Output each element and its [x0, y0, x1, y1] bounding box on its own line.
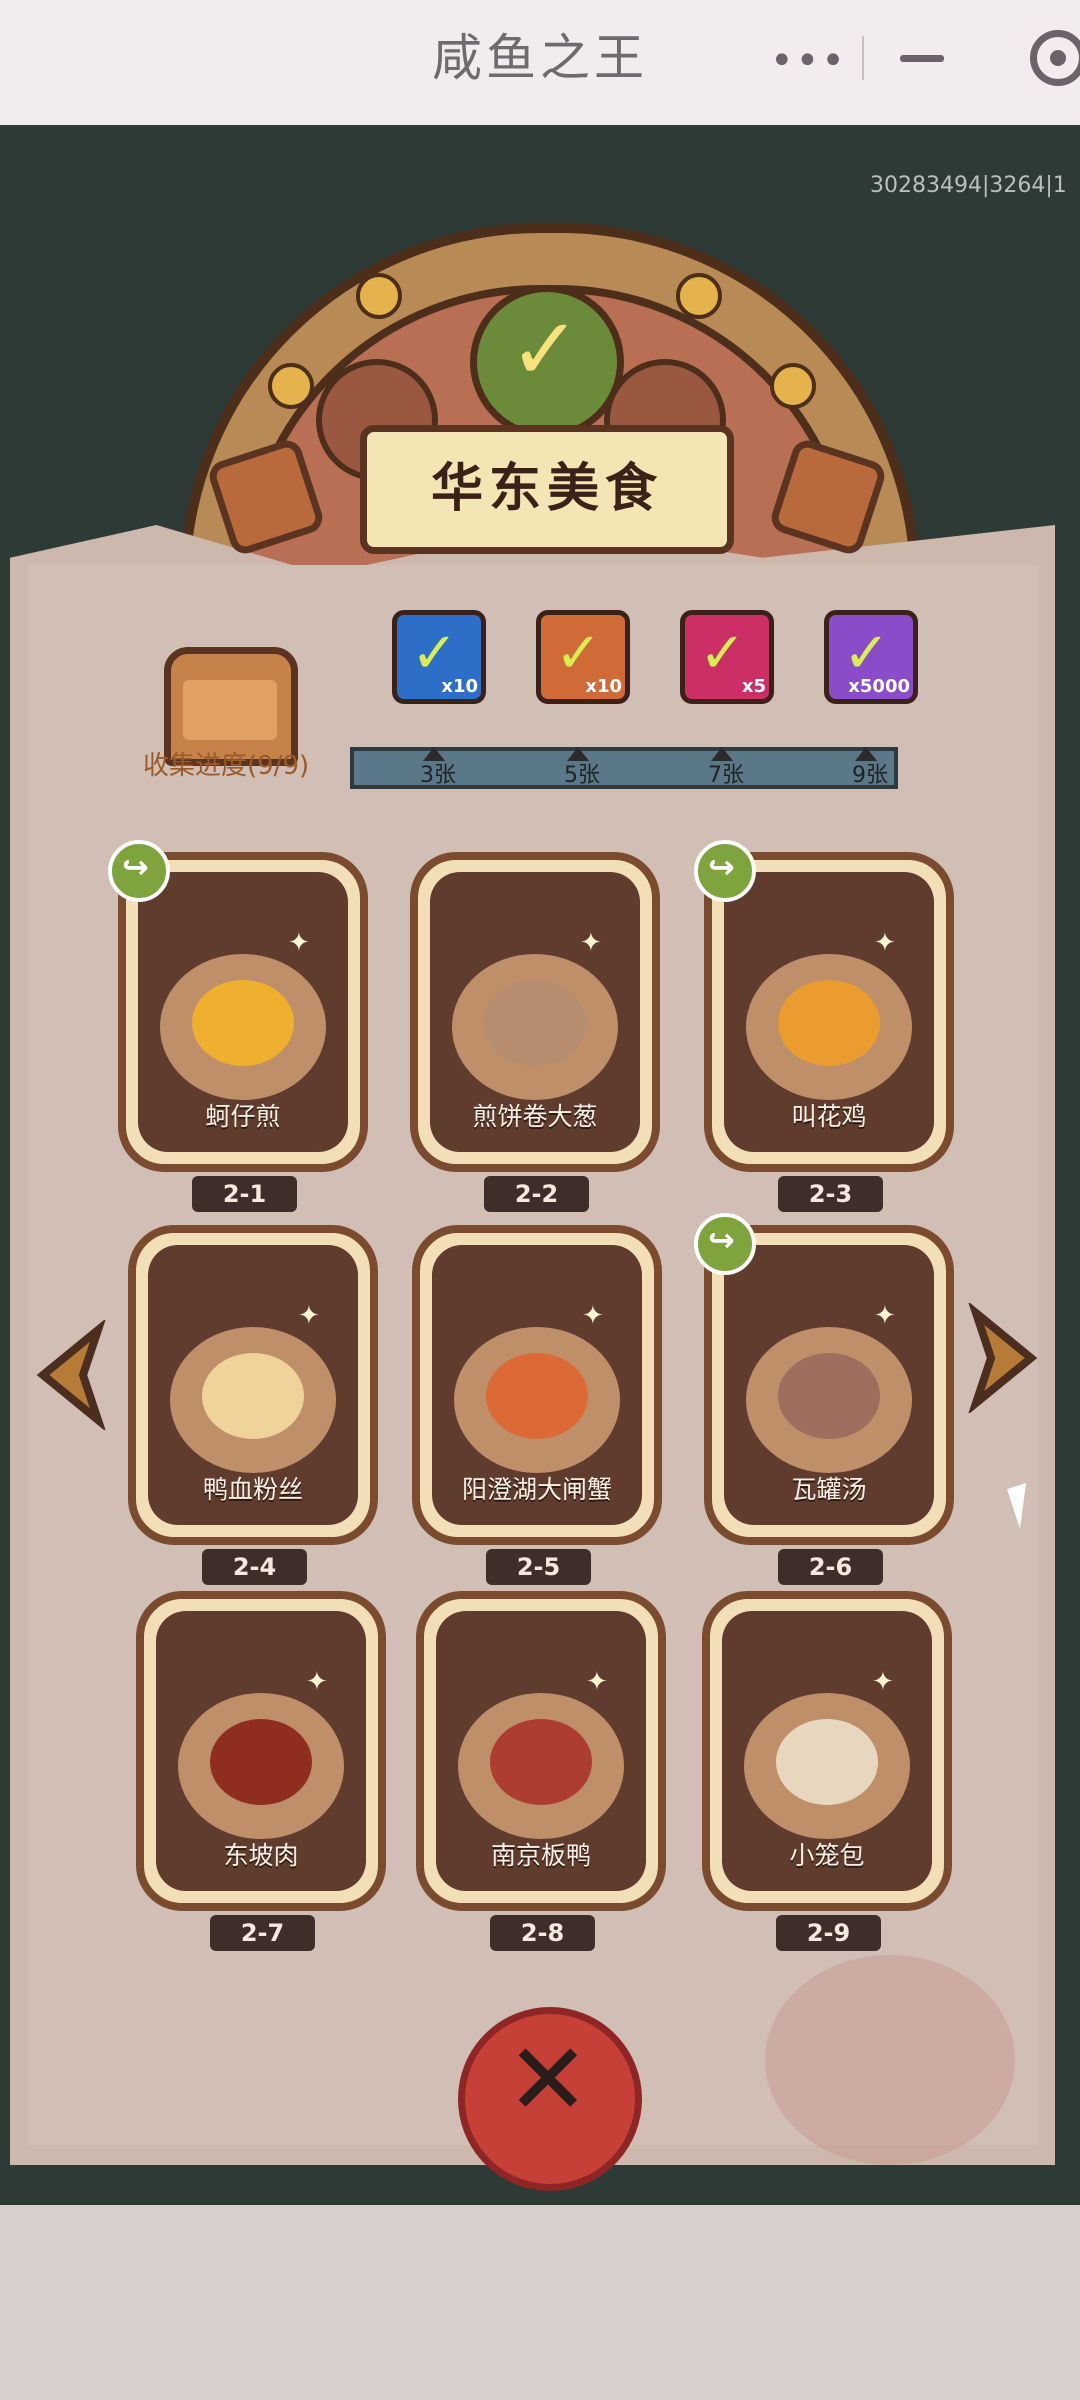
level-label: 2-9 — [776, 1915, 881, 1951]
arch-stud-icon — [770, 363, 816, 409]
sparkle-icon: ✦ — [874, 928, 896, 958]
card-title: 叫花鸡 — [791, 1102, 867, 1131]
card-title: 鸭血粉丝 — [202, 1475, 303, 1504]
food-card[interactable]: ✦ 瓦罐汤 2-6 — [694, 1213, 954, 1585]
food-icon — [486, 1353, 588, 1439]
level-label: 2-1 — [192, 1176, 297, 1212]
food-icon — [778, 980, 880, 1066]
food-icon — [776, 1719, 878, 1805]
more-dots-icon[interactable]: ••• — [770, 38, 847, 84]
sparkle-icon: ✦ — [586, 1667, 608, 1697]
share-icon[interactable] — [108, 840, 170, 902]
level-label: 2-6 — [778, 1549, 883, 1585]
arch-stud-icon — [268, 363, 314, 409]
target-icon[interactable] — [1030, 30, 1080, 86]
card-title: 阳澄湖大闸蟹 — [461, 1475, 612, 1504]
reward-qty: x5000 — [848, 676, 910, 697]
share-icon[interactable] — [694, 1213, 756, 1275]
sparkle-icon: ✦ — [580, 928, 602, 958]
user-id-text: 30283494|3264|1 — [870, 173, 1067, 198]
level-label: 2-8 — [490, 1915, 595, 1951]
arch-stud-icon — [356, 273, 402, 319]
divider — [862, 36, 864, 80]
reward-key-icon[interactable]: ✓ x10 — [536, 610, 630, 704]
food-card[interactable]: ✦ 鸭血粉丝 2-4 — [128, 1225, 378, 1585]
card-title: 瓦罐汤 — [791, 1475, 867, 1504]
left-arrow-icon[interactable] — [28, 1320, 106, 1430]
sparkle-icon: ✦ — [874, 1301, 896, 1331]
sparkle-icon: ✦ — [582, 1301, 604, 1331]
level-label: 2-2 — [484, 1176, 589, 1212]
milestone-label: 5张 — [564, 763, 600, 788]
card-title: 南京板鸭 — [490, 1841, 591, 1870]
close-button[interactable] — [458, 2007, 642, 2191]
food-card[interactable]: ✦ 叫花鸡 2-3 — [694, 840, 954, 1212]
reward-gem-icon[interactable]: ✓ x5000 — [824, 610, 918, 704]
window-top-bar: 咸鱼之王 ••• — [0, 0, 1080, 125]
reward-qty: x10 — [585, 676, 622, 697]
food-card[interactable]: ✦ 小笼包 2-9 — [702, 1591, 952, 1951]
seal-stamp — [765, 1955, 1015, 2165]
reward-qty: x5 — [741, 676, 766, 697]
food-icon — [210, 1719, 312, 1805]
milestone-label: 7张 — [708, 763, 744, 788]
card-title: 小笼包 — [789, 1841, 865, 1870]
food-icon — [202, 1353, 304, 1439]
arch-stud-icon — [676, 273, 722, 319]
food-card[interactable]: ✦ 煎饼卷大葱 2-2 — [410, 852, 660, 1212]
food-icon — [192, 980, 294, 1066]
sparkle-icon: ✦ — [288, 928, 310, 958]
food-icon — [778, 1353, 880, 1439]
right-arrow-icon[interactable] — [968, 1303, 1046, 1413]
sparkle-icon: ✦ — [298, 1301, 320, 1331]
window-controls: ••• — [750, 18, 1080, 98]
level-label: 2-4 — [202, 1549, 307, 1585]
sparkle-icon: ✦ — [306, 1667, 328, 1697]
page-title: 华东美食 — [430, 459, 663, 519]
bottom-background — [0, 2205, 1080, 2400]
level-label: 2-3 — [778, 1176, 883, 1212]
level-label: 2-7 — [210, 1915, 315, 1951]
food-card[interactable]: ✦ 阳澄湖大闸蟹 2-5 — [412, 1225, 662, 1585]
card-title: 煎饼卷大葱 — [472, 1102, 598, 1131]
food-icon — [490, 1719, 592, 1805]
collection-progress: 收集进度(9/9) — [143, 751, 310, 781]
food-card[interactable]: ✦ 东坡肉 2-7 — [136, 1591, 386, 1951]
card-title: 蚵仔煎 — [205, 1102, 281, 1131]
milestone-label: 9张 — [852, 763, 888, 788]
share-icon[interactable] — [694, 840, 756, 902]
reward-orb-icon[interactable]: ✓ x5 — [680, 610, 774, 704]
reward-qty: x10 — [441, 676, 478, 697]
food-card[interactable]: ✦ 蚵仔煎 2-1 — [108, 840, 368, 1212]
game-screen: 30283494|3264|1 华东美食 收集进度(9/9) ✓x10 ✓x10… — [0, 125, 1080, 2205]
food-card[interactable]: ✦ 南京板鸭 2-8 — [416, 1591, 666, 1951]
food-icon — [484, 980, 586, 1066]
minimize-icon[interactable] — [900, 55, 944, 62]
sparkle-icon: ✦ — [872, 1667, 894, 1697]
milestone-label: 3张 — [420, 763, 456, 788]
card-title: 东坡肉 — [223, 1841, 299, 1870]
reward-chest-icon[interactable]: ✓ x10 — [392, 610, 486, 704]
check-badge-icon — [470, 285, 624, 439]
level-label: 2-5 — [486, 1549, 591, 1585]
